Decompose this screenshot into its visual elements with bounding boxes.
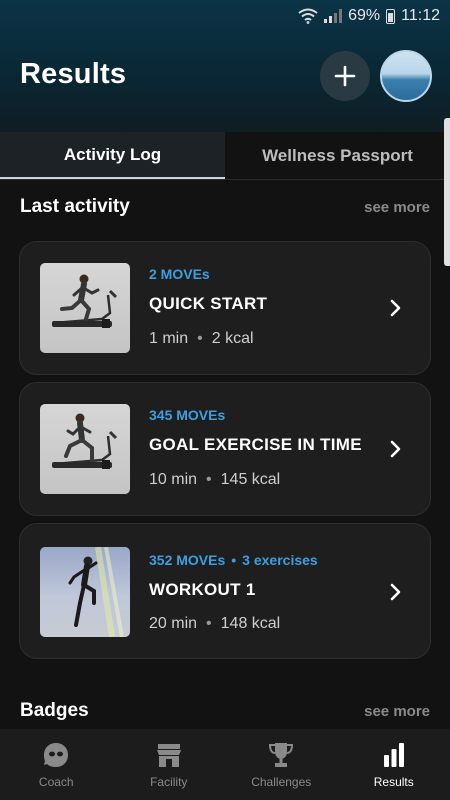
status-bar: 69% 11:12 (0, 0, 450, 32)
moves-count: 2 MOVEs (149, 266, 210, 282)
battery-percent: 69% (348, 7, 381, 24)
section-title: Badges (20, 700, 89, 721)
nav-label: Challenges (251, 775, 312, 789)
nav-results[interactable]: Results (338, 729, 450, 800)
activity-duration: 1 min (149, 330, 189, 347)
add-button[interactable] (320, 51, 370, 101)
trophy-icon (269, 743, 294, 767)
nav-coach[interactable]: Coach (0, 729, 113, 800)
chevron-right-icon (390, 440, 401, 458)
wifi-icon (298, 8, 318, 24)
bottom-nav: Coach Facility Challenges Results (0, 729, 450, 800)
activity-meta: 20 min • 148 kcal (149, 615, 281, 632)
moves-count: 345 MOVEs (149, 407, 226, 423)
treadmill-runner-icon (52, 413, 118, 469)
activity-card-quick-start[interactable]: 2 MOVEs QUICK START 1 min • 2 kcal (19, 241, 431, 375)
activity-name: QUICK START (149, 294, 268, 313)
chevron-right-icon (390, 583, 401, 601)
last-activity-header: Last activity see more (20, 196, 430, 218)
plus-icon (334, 65, 356, 87)
page-title: Results (20, 58, 127, 90)
nav-challenges[interactable]: Challenges (225, 729, 338, 800)
activity-name: WORKOUT 1 (149, 580, 256, 599)
exercise-count: 3 exercises (242, 552, 318, 568)
badges-header: Badges see more (20, 700, 430, 722)
clock: 11:12 (401, 7, 440, 24)
coach-face-icon (44, 743, 69, 767)
activity-kcal: 2 kcal (211, 330, 254, 347)
activity-name: GOAL EXERCISE IN TIME (149, 435, 362, 454)
workout-athlete-icon (68, 547, 124, 637)
tab-bar: Activity Log Wellness Passport (0, 132, 450, 180)
scrollbar[interactable] (444, 118, 450, 266)
activity-meta: 1 min • 2 kcal (149, 330, 254, 347)
treadmill-runner-icon (52, 274, 118, 328)
activity-thumbnail (40, 404, 130, 494)
see-more-link[interactable]: see more (364, 703, 430, 720)
bar-chart-icon (383, 743, 404, 767)
tab-wellness-passport[interactable]: Wellness Passport (225, 132, 450, 179)
battery-icon (386, 8, 396, 24)
activity-thumbnail (40, 263, 130, 353)
activity-meta: 10 min • 145 kcal (149, 471, 281, 488)
nav-label: Facility (150, 775, 188, 789)
activity-thumbnail (40, 547, 130, 637)
activity-kcal: 148 kcal (220, 615, 281, 632)
nav-label: Results (373, 775, 414, 789)
facility-store-icon (156, 744, 181, 767)
moves-count: 352 MOVEs • 3 exercises (149, 552, 318, 568)
section-title: Last activity (20, 196, 130, 217)
chevron-right-icon (390, 299, 401, 317)
signal-icon (324, 9, 343, 23)
activity-kcal: 145 kcal (220, 471, 281, 488)
avatar[interactable] (380, 50, 432, 102)
activity-card-goal-exercise[interactable]: 345 MOVEs GOAL EXERCISE IN TIME 10 min • 1… (19, 382, 431, 516)
tab-activity-log[interactable]: Activity Log (0, 132, 225, 179)
nav-facility[interactable]: Facility (113, 729, 226, 800)
activity-duration: 20 min (149, 615, 198, 632)
nav-label: Coach (38, 775, 74, 789)
activity-card-workout-1[interactable]: 352 MOVEs • 3 exercises WORKOUT 1 20 min • 1… (19, 523, 431, 659)
see-more-link[interactable]: see more (364, 199, 430, 216)
activity-duration: 10 min (149, 471, 198, 488)
